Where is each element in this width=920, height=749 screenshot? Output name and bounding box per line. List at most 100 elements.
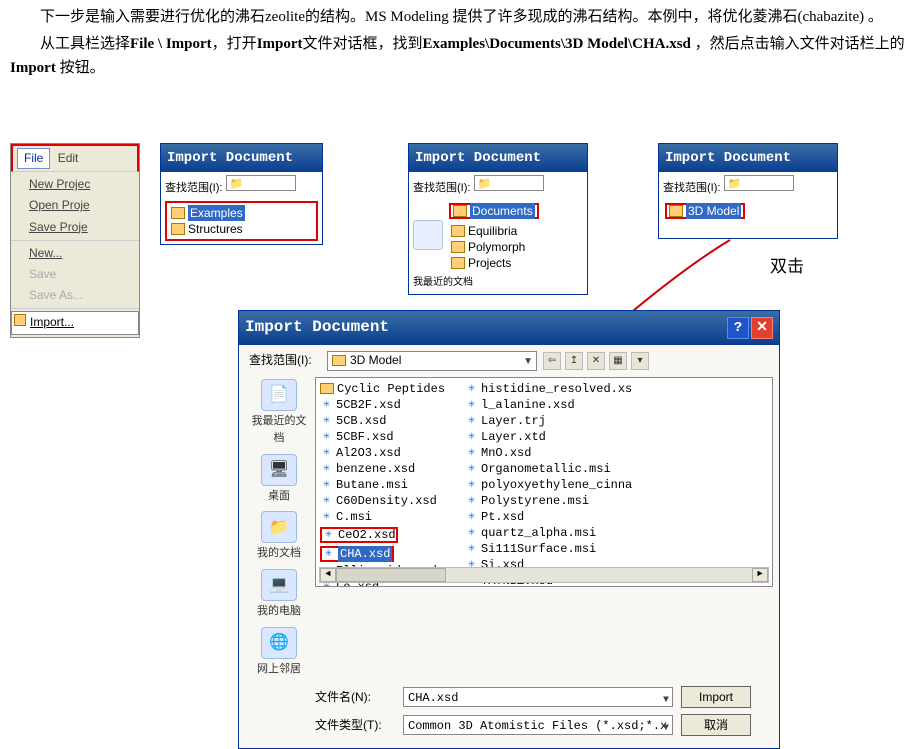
folder-icon: [171, 223, 185, 235]
folder-polymorph[interactable]: Polymorph: [449, 239, 581, 255]
lookin-combo[interactable]: 3D Model: [327, 351, 537, 371]
file-menu-panel: File Edit New Projec Open Proje Save Pro…: [10, 143, 140, 338]
file-list[interactable]: Examples Structures: [165, 201, 318, 241]
filename-combo[interactable]: CHA.xsd: [403, 687, 673, 707]
folder-3d-model[interactable]: 3D Model: [665, 203, 745, 219]
horizontal-scrollbar[interactable]: ◄ ►: [319, 567, 769, 583]
file-icon: ✳: [320, 463, 333, 475]
folder-examples[interactable]: Examples: [169, 205, 314, 221]
list-item[interactable]: ✳5CB.xsd: [320, 413, 445, 429]
folder-projects[interactable]: Projects: [449, 255, 581, 271]
menu-save-as: Save As...: [11, 285, 139, 306]
list-item[interactable]: ✳l_alanine.xsd: [465, 397, 632, 413]
cancel-button[interactable]: 取消: [681, 714, 751, 736]
help-button[interactable]: ?: [727, 317, 749, 339]
list-item[interactable]: ✳5CBF.xsd: [320, 429, 445, 445]
list-item[interactable]: ✳CeO2.xsd: [320, 527, 398, 543]
folder-icon: [171, 207, 185, 219]
lookin-combo[interactable]: 📁 Documents: [724, 175, 794, 191]
folder-icon: [332, 355, 346, 366]
place-recent[interactable]: 📄我最近的文档: [249, 379, 309, 448]
file-list[interactable]: 3D Model: [663, 201, 833, 235]
places-bar: 📄我最近的文档 🖥桌面 📁我的文档 💻我的电脑 🌐网上邻居: [245, 377, 315, 679]
menu-bar: File Edit: [11, 144, 139, 172]
menu-new[interactable]: New...: [11, 243, 139, 264]
dialog-title: Import Document: [659, 144, 837, 172]
lookin-combo[interactable]: 📁 Examples: [474, 175, 544, 191]
scroll-thumb[interactable]: [336, 568, 446, 582]
file-icon: ✳: [320, 447, 333, 459]
list-item[interactable]: ✳Layer.trj: [465, 413, 632, 429]
para-1: 下一步是输入需要进行优化的沸石zeolite的结构。MS Modeling 提供…: [10, 5, 910, 29]
double-click-annotation: 双击: [770, 253, 804, 280]
list-item[interactable]: ✳polyoxyethylene_cinna: [465, 477, 632, 493]
mini-import-dialog-3: Import Document 查找范围(I): 📁 Documents 3D …: [658, 143, 838, 239]
menu-open-project[interactable]: Open Proje: [11, 195, 139, 216]
list-item[interactable]: ✳Polystyrene.msi: [465, 493, 632, 509]
list-item[interactable]: Cyclic Peptides: [320, 381, 445, 397]
place-desktop[interactable]: 🖥桌面: [249, 454, 309, 506]
edit-menu-trigger[interactable]: Edit: [58, 151, 79, 165]
menu-import[interactable]: Import...: [11, 311, 139, 334]
list-item[interactable]: ✳quartz_alpha.msi: [465, 525, 632, 541]
file-listing[interactable]: Cyclic Peptides✳5CB2F.xsd✳5CB.xsd✳5CBF.x…: [315, 377, 773, 587]
folder-icon: [453, 205, 467, 217]
import-button[interactable]: Import: [681, 686, 751, 708]
filetype-combo[interactable]: Common 3D Atomistic Files (*.xsd;*.x: [403, 715, 673, 735]
place-mydocs[interactable]: 📁我的文档: [249, 511, 309, 563]
views-dropdown-icon[interactable]: ▾: [631, 352, 649, 370]
folder-icon: [320, 383, 334, 394]
filename-label: 文件名(N):: [315, 688, 395, 707]
recent-icon: 📄: [261, 379, 297, 411]
list-item[interactable]: ✳Organometallic.msi: [465, 461, 632, 477]
recent-docs-icon[interactable]: [413, 220, 443, 250]
list-item[interactable]: ✳C.msi: [320, 509, 445, 525]
scroll-right-icon[interactable]: ►: [752, 568, 768, 582]
list-item[interactable]: ✳C60Density.xsd: [320, 493, 445, 509]
computer-icon: 💻: [261, 569, 297, 601]
file-icon: ✳: [320, 495, 333, 507]
folder-equilibria[interactable]: Equilibria: [449, 223, 581, 239]
folder-icon: [451, 257, 465, 269]
filetype-label: 文件类型(T):: [315, 716, 395, 735]
list-item[interactable]: ✳histidine_resolved.xs: [465, 381, 632, 397]
views-icon[interactable]: ▦: [609, 352, 627, 370]
lookin-label: 查找范围(I):: [249, 351, 321, 370]
file-icon: ✳: [320, 511, 333, 523]
list-item[interactable]: ✳Al2O3.xsd: [320, 445, 445, 461]
close-button[interactable]: ✕: [751, 317, 773, 339]
file-icon: ✳: [465, 495, 478, 507]
file-icon: ✳: [322, 529, 335, 541]
mini-import-dialog-2: Import Document 查找范围(I): 📁 Examples Docu…: [408, 143, 588, 295]
list-item[interactable]: ✳MnO.xsd: [465, 445, 632, 461]
dialog-title: Import Document: [161, 144, 322, 172]
dialog-title-text: Import Document: [245, 315, 389, 341]
up-icon[interactable]: ↥: [565, 352, 583, 370]
file-list[interactable]: Documents Equilibria Polymorph Projects: [447, 201, 583, 273]
menu-save-project[interactable]: Save Proje: [11, 217, 139, 238]
list-item[interactable]: ✳Butane.msi: [320, 477, 445, 493]
scroll-left-icon[interactable]: ◄: [320, 568, 336, 582]
dialog-titlebar[interactable]: Import Document ? ✕: [239, 311, 779, 345]
file-cha-xsd[interactable]: ✳CHA.xsd: [320, 546, 394, 562]
list-item[interactable]: ✳5CB2F.xsd: [320, 397, 445, 413]
back-icon[interactable]: ⇦: [543, 352, 561, 370]
place-mycomputer[interactable]: 💻我的电脑: [249, 569, 309, 621]
folder-structures[interactable]: Structures: [169, 221, 314, 237]
folder-documents[interactable]: Documents: [449, 203, 539, 219]
new-folder-icon[interactable]: ✕: [587, 352, 605, 370]
list-item[interactable]: ✳Layer.xtd: [465, 429, 632, 445]
file-icon: ✳: [465, 527, 478, 539]
file-menu-trigger[interactable]: File: [17, 148, 50, 169]
file-icon: ✳: [465, 447, 478, 459]
menu-new-project[interactable]: New Projec: [11, 174, 139, 195]
place-network[interactable]: 🌐网上邻居: [249, 627, 309, 679]
lookin-combo[interactable]: 📁 Documents: [226, 175, 296, 191]
list-item[interactable]: ✳Pt.xsd: [465, 509, 632, 525]
list-item[interactable]: ✳Si111Surface.msi: [465, 541, 632, 557]
network-icon: 🌐: [261, 627, 297, 659]
mydocs-icon: 📁: [261, 511, 297, 543]
list-item[interactable]: ✳benzene.xsd: [320, 461, 445, 477]
file-icon: ✳: [465, 399, 478, 411]
file-icon: ✳: [320, 431, 333, 443]
